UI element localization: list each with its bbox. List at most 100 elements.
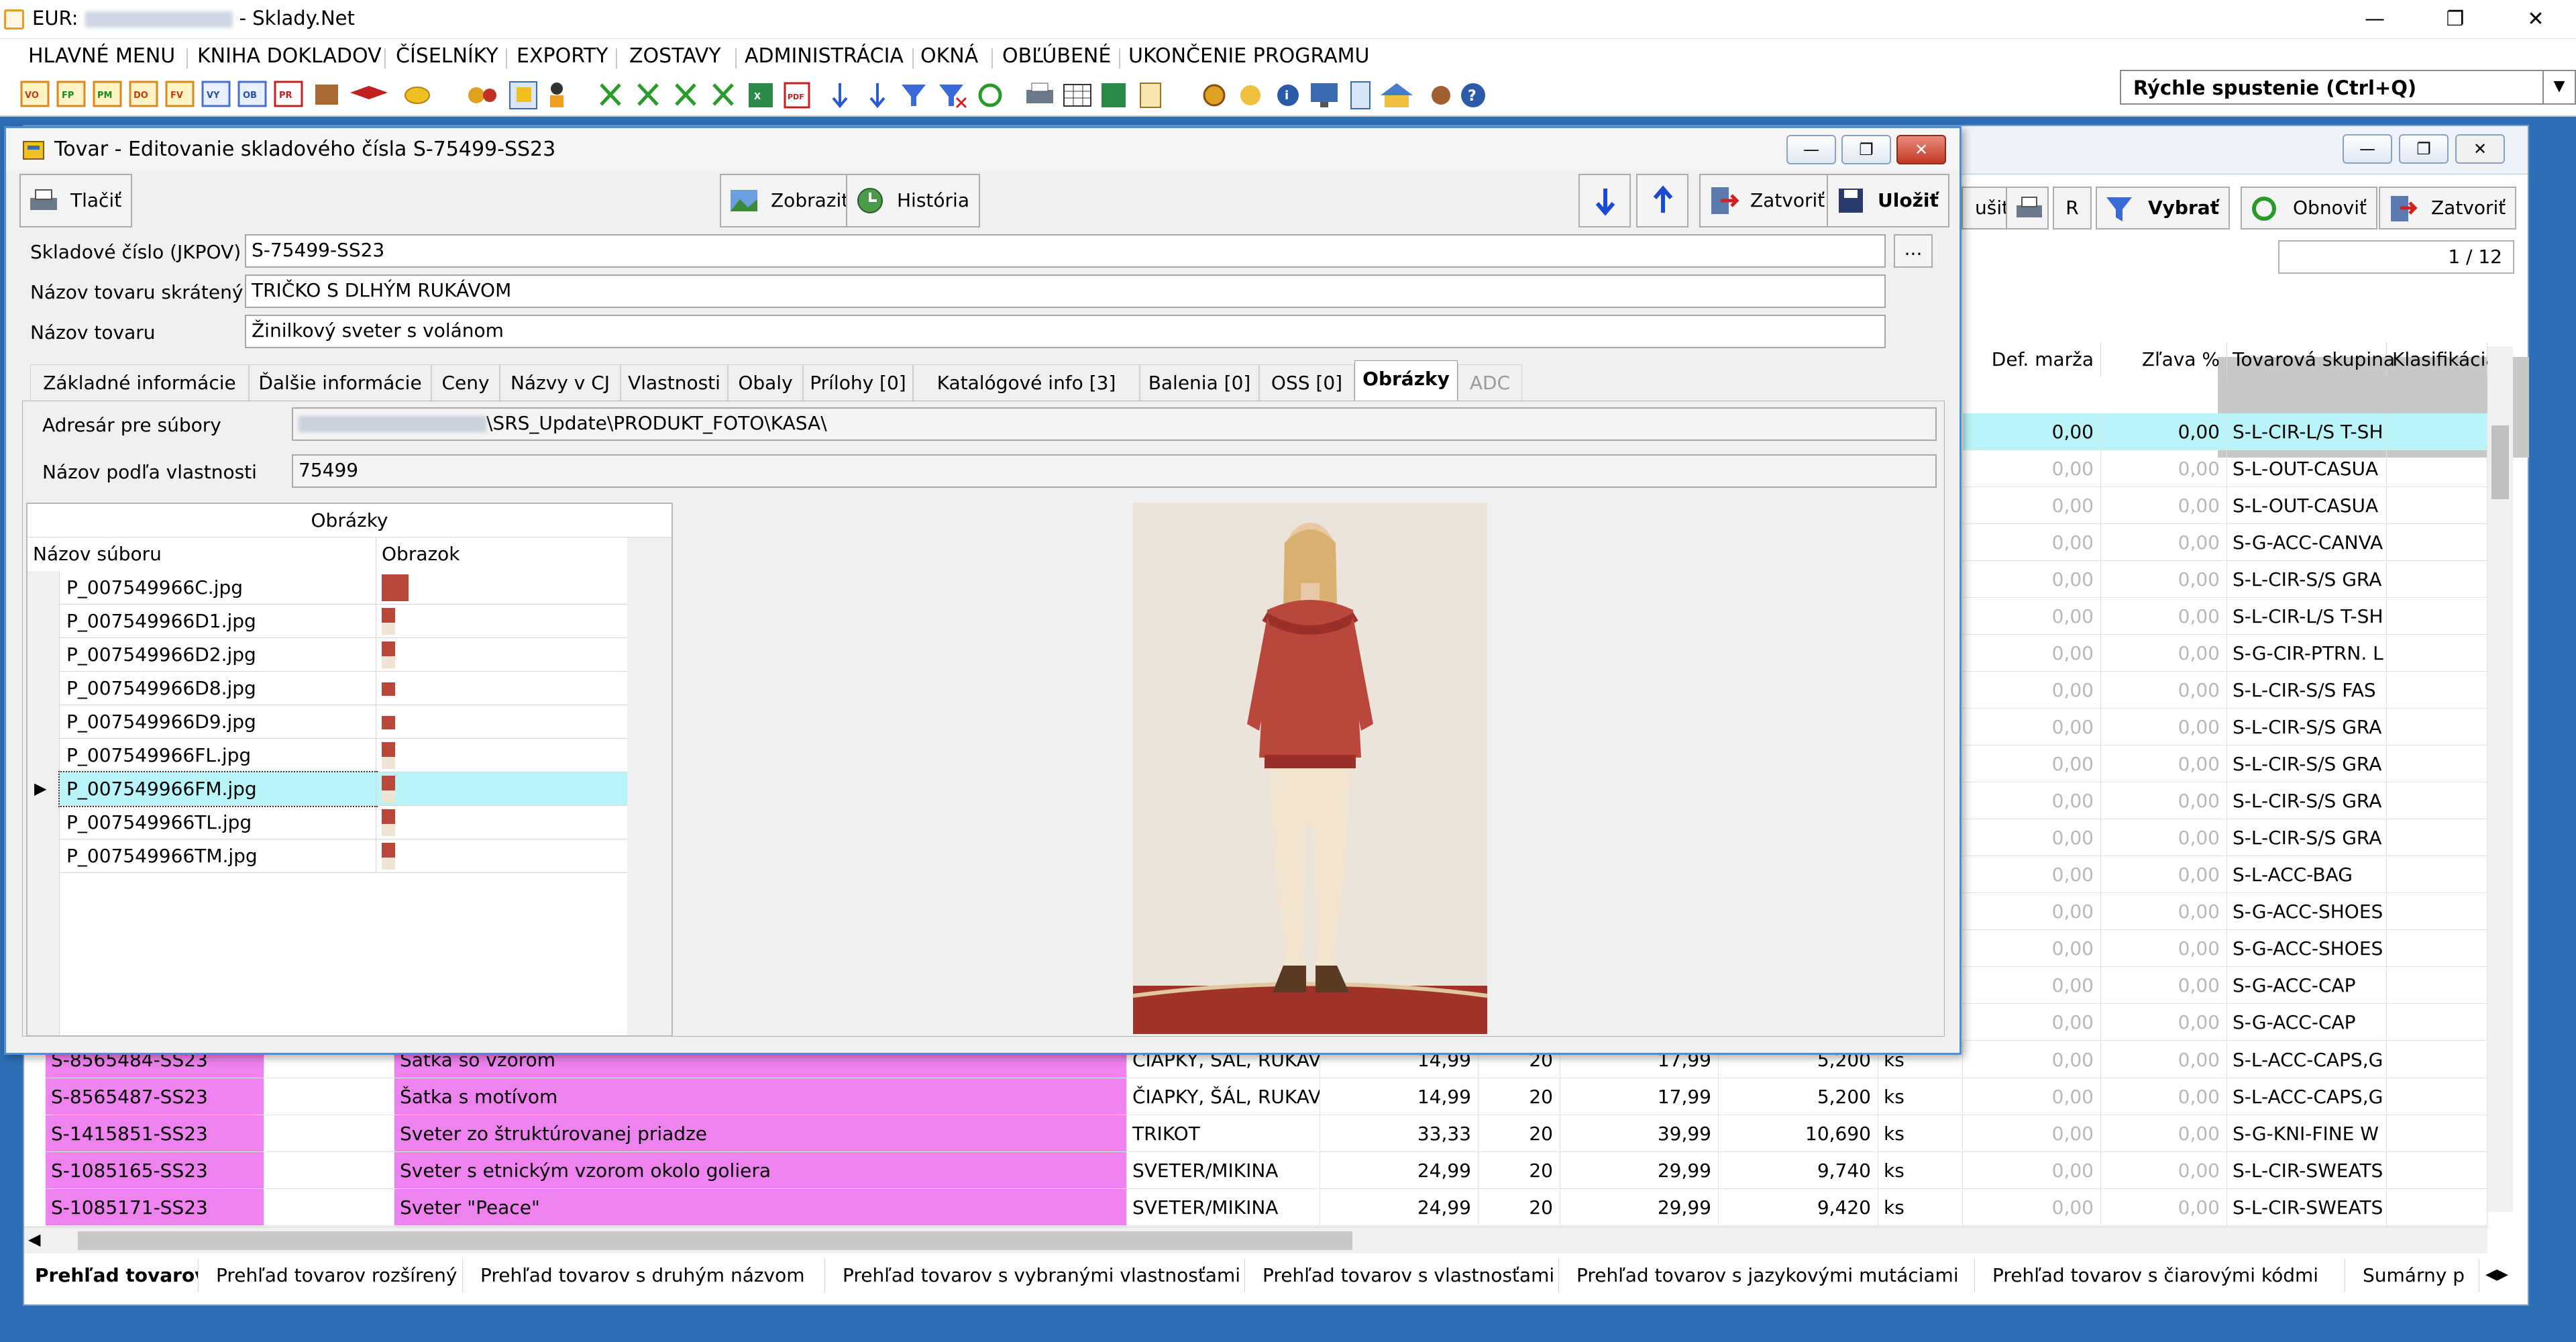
image-file-name[interactable]: P_007549966C.jpg bbox=[60, 571, 376, 605]
vo-icon[interactable]: VO bbox=[20, 81, 50, 107]
minimize-button[interactable]: — bbox=[2334, 0, 2415, 39]
import-excel-icon[interactable] bbox=[1102, 83, 1126, 107]
calculator-icon[interactable] bbox=[1350, 81, 1371, 109]
refresh-icon[interactable] bbox=[978, 83, 1002, 107]
coins-icon[interactable] bbox=[405, 87, 430, 104]
dialog-close-button[interactable]: ✕ bbox=[1896, 135, 1946, 164]
menu-favorites[interactable]: OBĽÚBENÉ bbox=[996, 43, 1118, 69]
help-icon[interactable]: ? bbox=[1461, 83, 1485, 107]
fp-icon[interactable]: FP bbox=[56, 81, 86, 107]
dialog-tab[interactable]: OSS [0] bbox=[1259, 364, 1354, 402]
menu-windows[interactable]: OKNÁ bbox=[914, 43, 985, 69]
sort-za-icon[interactable] bbox=[869, 83, 885, 109]
menu-reports[interactable]: ZOSTAVY bbox=[623, 43, 728, 69]
restore-button[interactable]: ❐ bbox=[2415, 0, 2496, 39]
image-file-name[interactable]: P_007549966D1.jpg bbox=[60, 605, 376, 638]
overview-tab[interactable]: Prehľad tovarov s jazykovými mutáciami bbox=[1566, 1259, 1975, 1292]
scroll-thumb[interactable] bbox=[2491, 425, 2509, 499]
sort-down-icon[interactable] bbox=[832, 83, 848, 109]
info-icon[interactable]: i bbox=[1277, 85, 1299, 106]
tabs-scroll-icon[interactable]: ◀▶ bbox=[2483, 1260, 2510, 1290]
image-file-name[interactable]: P_007549966FM.jpg bbox=[58, 771, 378, 807]
close-app-button[interactable]: ✕ bbox=[2496, 0, 2576, 39]
dialog-tab[interactable]: Balenia [0] bbox=[1140, 364, 1259, 402]
column-header-file[interactable]: Názov súboru bbox=[28, 537, 376, 571]
r-button[interactable]: R bbox=[2053, 187, 2092, 229]
pdf-icon[interactable]: PDF bbox=[784, 82, 810, 109]
tool-1-icon[interactable] bbox=[600, 83, 621, 106]
pm-icon[interactable]: PM bbox=[93, 81, 122, 107]
home-icon[interactable] bbox=[1381, 83, 1413, 107]
filter-icon[interactable] bbox=[902, 85, 926, 106]
image-file-name[interactable]: P_007549966TL.jpg bbox=[60, 806, 376, 839]
list-close-text-button[interactable]: Zatvoriť bbox=[2379, 187, 2517, 229]
quick-launch-box[interactable]: Rýchle spustenie (Ctrl+Q) ▼ bbox=[2120, 70, 2576, 105]
overview-tab[interactable]: Prehľad tovarov rozšírený bbox=[205, 1259, 463, 1292]
image-file-name[interactable]: P_007549966D8.jpg bbox=[60, 672, 376, 705]
image-file-name[interactable]: P_007549966TM.jpg bbox=[60, 839, 376, 873]
sku-browse-button[interactable]: ... bbox=[1894, 234, 1933, 268]
list-restore-button[interactable]: ❐ bbox=[2399, 134, 2449, 164]
table-icon[interactable] bbox=[1063, 84, 1091, 107]
chevron-down-icon[interactable]: ▼ bbox=[2542, 71, 2575, 103]
menu-administration[interactable]: ADMINISTRÁCIA bbox=[738, 43, 910, 69]
bee-icon[interactable] bbox=[468, 87, 496, 103]
menu-exit[interactable]: UKONČENIE PROGRAMU bbox=[1122, 43, 1377, 69]
pr-icon[interactable]: PR bbox=[274, 81, 303, 107]
do-icon[interactable]: DO bbox=[129, 81, 158, 107]
header-def-marza[interactable]: Def. marža bbox=[1963, 342, 2101, 377]
show-button[interactable]: Zobraziť bbox=[720, 174, 860, 227]
save-button[interactable]: Uložiť bbox=[1827, 174, 1949, 227]
dialog-tab[interactable]: Prílohy [0] bbox=[803, 364, 913, 402]
dialog-minimize-button[interactable]: — bbox=[1786, 135, 1836, 164]
clipboard-icon[interactable] bbox=[1140, 83, 1161, 108]
header-zlava[interactable]: Zľava % bbox=[2101, 342, 2227, 377]
move-down-button[interactable] bbox=[1578, 174, 1631, 227]
dialog-tab[interactable]: Ďalšie informácie bbox=[249, 364, 431, 402]
name-field[interactable]: Žinilkový sveter s volánom bbox=[245, 315, 1886, 348]
history-button[interactable]: História bbox=[846, 174, 980, 227]
print-button[interactable]: Tlačiť bbox=[19, 174, 133, 227]
header-skupina[interactable]: Tovarová skupina bbox=[2227, 342, 2395, 377]
refresh-button[interactable]: Obnoviť bbox=[2241, 187, 2378, 229]
move-up-button[interactable] bbox=[1636, 174, 1688, 227]
dialog-tab[interactable]: Názvy v CJ bbox=[500, 364, 621, 402]
dialog-tab[interactable]: Ceny bbox=[431, 364, 500, 402]
vertical-scrollbar[interactable] bbox=[2487, 346, 2513, 1212]
graduation-icon[interactable] bbox=[350, 86, 388, 99]
person-icon[interactable] bbox=[550, 83, 564, 107]
overview-tab[interactable]: Sumárny p bbox=[2352, 1259, 2479, 1292]
tools-icon[interactable] bbox=[1432, 86, 1450, 105]
settings-icon[interactable] bbox=[1203, 84, 1226, 107]
horizontal-scrollbar[interactable]: ◀ bbox=[24, 1227, 2487, 1253]
fv-icon[interactable]: FV bbox=[165, 81, 195, 107]
menu-exports[interactable]: EXPORTY bbox=[510, 43, 615, 69]
hscroll-thumb[interactable] bbox=[78, 1231, 1352, 1250]
tool-2-icon[interactable] bbox=[637, 83, 659, 106]
monitor-icon[interactable] bbox=[1311, 83, 1338, 107]
overview-tab[interactable]: Prehľad tovarov s druhým názvom bbox=[470, 1259, 825, 1292]
column-header-image[interactable]: Obrazok bbox=[376, 537, 627, 571]
filter-clear-icon[interactable] bbox=[939, 85, 967, 109]
dialog-close-text-button[interactable]: Zatvoriť bbox=[1699, 174, 1836, 227]
dialog-tab[interactable]: Vlastnosti bbox=[621, 364, 728, 402]
list-print-button[interactable] bbox=[2006, 187, 2049, 229]
tool-4-icon[interactable] bbox=[712, 83, 734, 106]
ob-icon[interactable]: OB bbox=[237, 81, 267, 107]
vy-icon[interactable]: VY bbox=[201, 81, 231, 107]
calendar-icon[interactable] bbox=[509, 81, 537, 109]
list-close-button[interactable]: ✕ bbox=[2455, 134, 2505, 164]
menu-documents[interactable]: KNIHA DOKLADOV bbox=[191, 43, 388, 69]
menu-codebooks[interactable]: ČÍSELNÍKY bbox=[389, 43, 505, 69]
menu-main[interactable]: HLAVNÉ MENU bbox=[21, 43, 182, 69]
property-name-field[interactable]: 75499 bbox=[292, 454, 1937, 488]
sku-field[interactable]: S-75499-SS23 bbox=[245, 234, 1886, 268]
dialog-tab[interactable]: Základné informácie bbox=[30, 364, 249, 402]
dialog-tab[interactable]: Obaly bbox=[728, 364, 803, 402]
scroll-left-icon[interactable]: ◀ bbox=[28, 1230, 40, 1249]
directory-field[interactable]: \SRS_Update\PRODUKT_FOTO\KASA\ bbox=[292, 407, 1937, 441]
image-file-name[interactable]: P_007549966D9.jpg bbox=[60, 705, 376, 739]
box-icon[interactable] bbox=[315, 85, 338, 105]
short-name-field[interactable]: TRIČKO S DLHÝM RUKÁVOM bbox=[245, 274, 1886, 308]
dialog-tab[interactable]: Obrázky bbox=[1354, 360, 1458, 403]
